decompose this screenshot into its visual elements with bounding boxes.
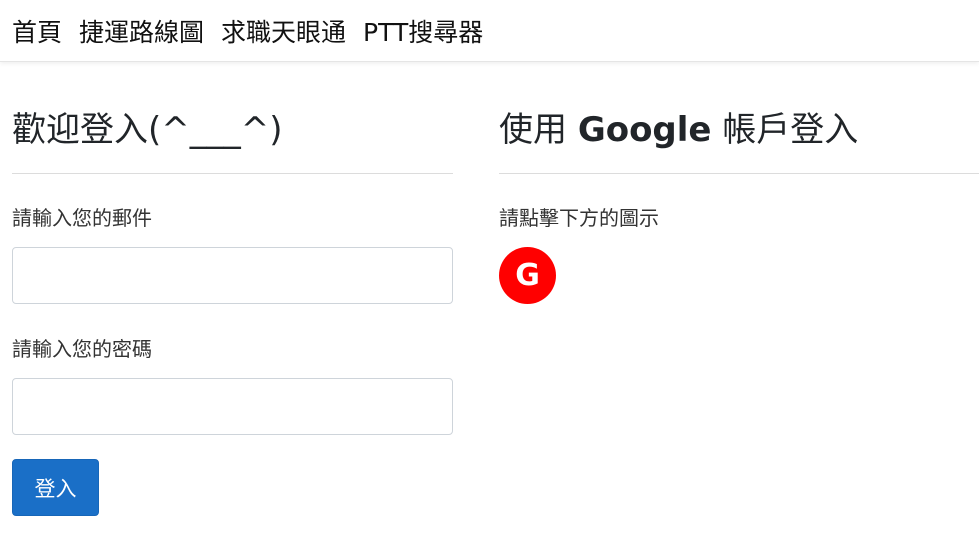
password-field[interactable] [12,378,453,435]
nav-link-job-search[interactable]: 求職天眼通 [221,13,346,49]
email-label: 請輸入您的郵件 [12,206,152,230]
login-button[interactable]: 登入 [12,459,99,516]
nav-link-ptt-search[interactable]: PTT搜尋器 [363,13,483,49]
google-hint: 請點擊下方的圖示 [499,206,659,230]
google-login-title: 使用 Google 帳戶登入 [499,100,979,160]
top-navbar: 首頁 捷運路線圖 求職天眼通 PTT搜尋器 [0,0,979,62]
google-divider [499,173,979,174]
google-icon-letter: G [515,258,540,293]
google-title-suffix: 帳戶登入 [722,110,859,150]
login-divider [12,173,453,174]
nav-link-home[interactable]: 首頁 [12,13,62,49]
nav-link-metro-map[interactable]: 捷運路線圖 [79,13,204,49]
google-login-section: 使用 Google 帳戶登入 請點擊下方的圖示 G [499,100,979,304]
password-label: 請輸入您的密碼 [12,337,152,361]
login-form-section: 歡迎登入(^___^) 請輸入您的郵件 請輸入您的密碼 登入 [12,100,453,516]
google-icon[interactable]: G [499,247,556,304]
login-title: 歡迎登入(^___^) [12,110,283,150]
google-title-brand: Google [577,110,712,150]
google-title-prefix: 使用 [499,110,567,150]
email-field[interactable] [12,247,453,304]
